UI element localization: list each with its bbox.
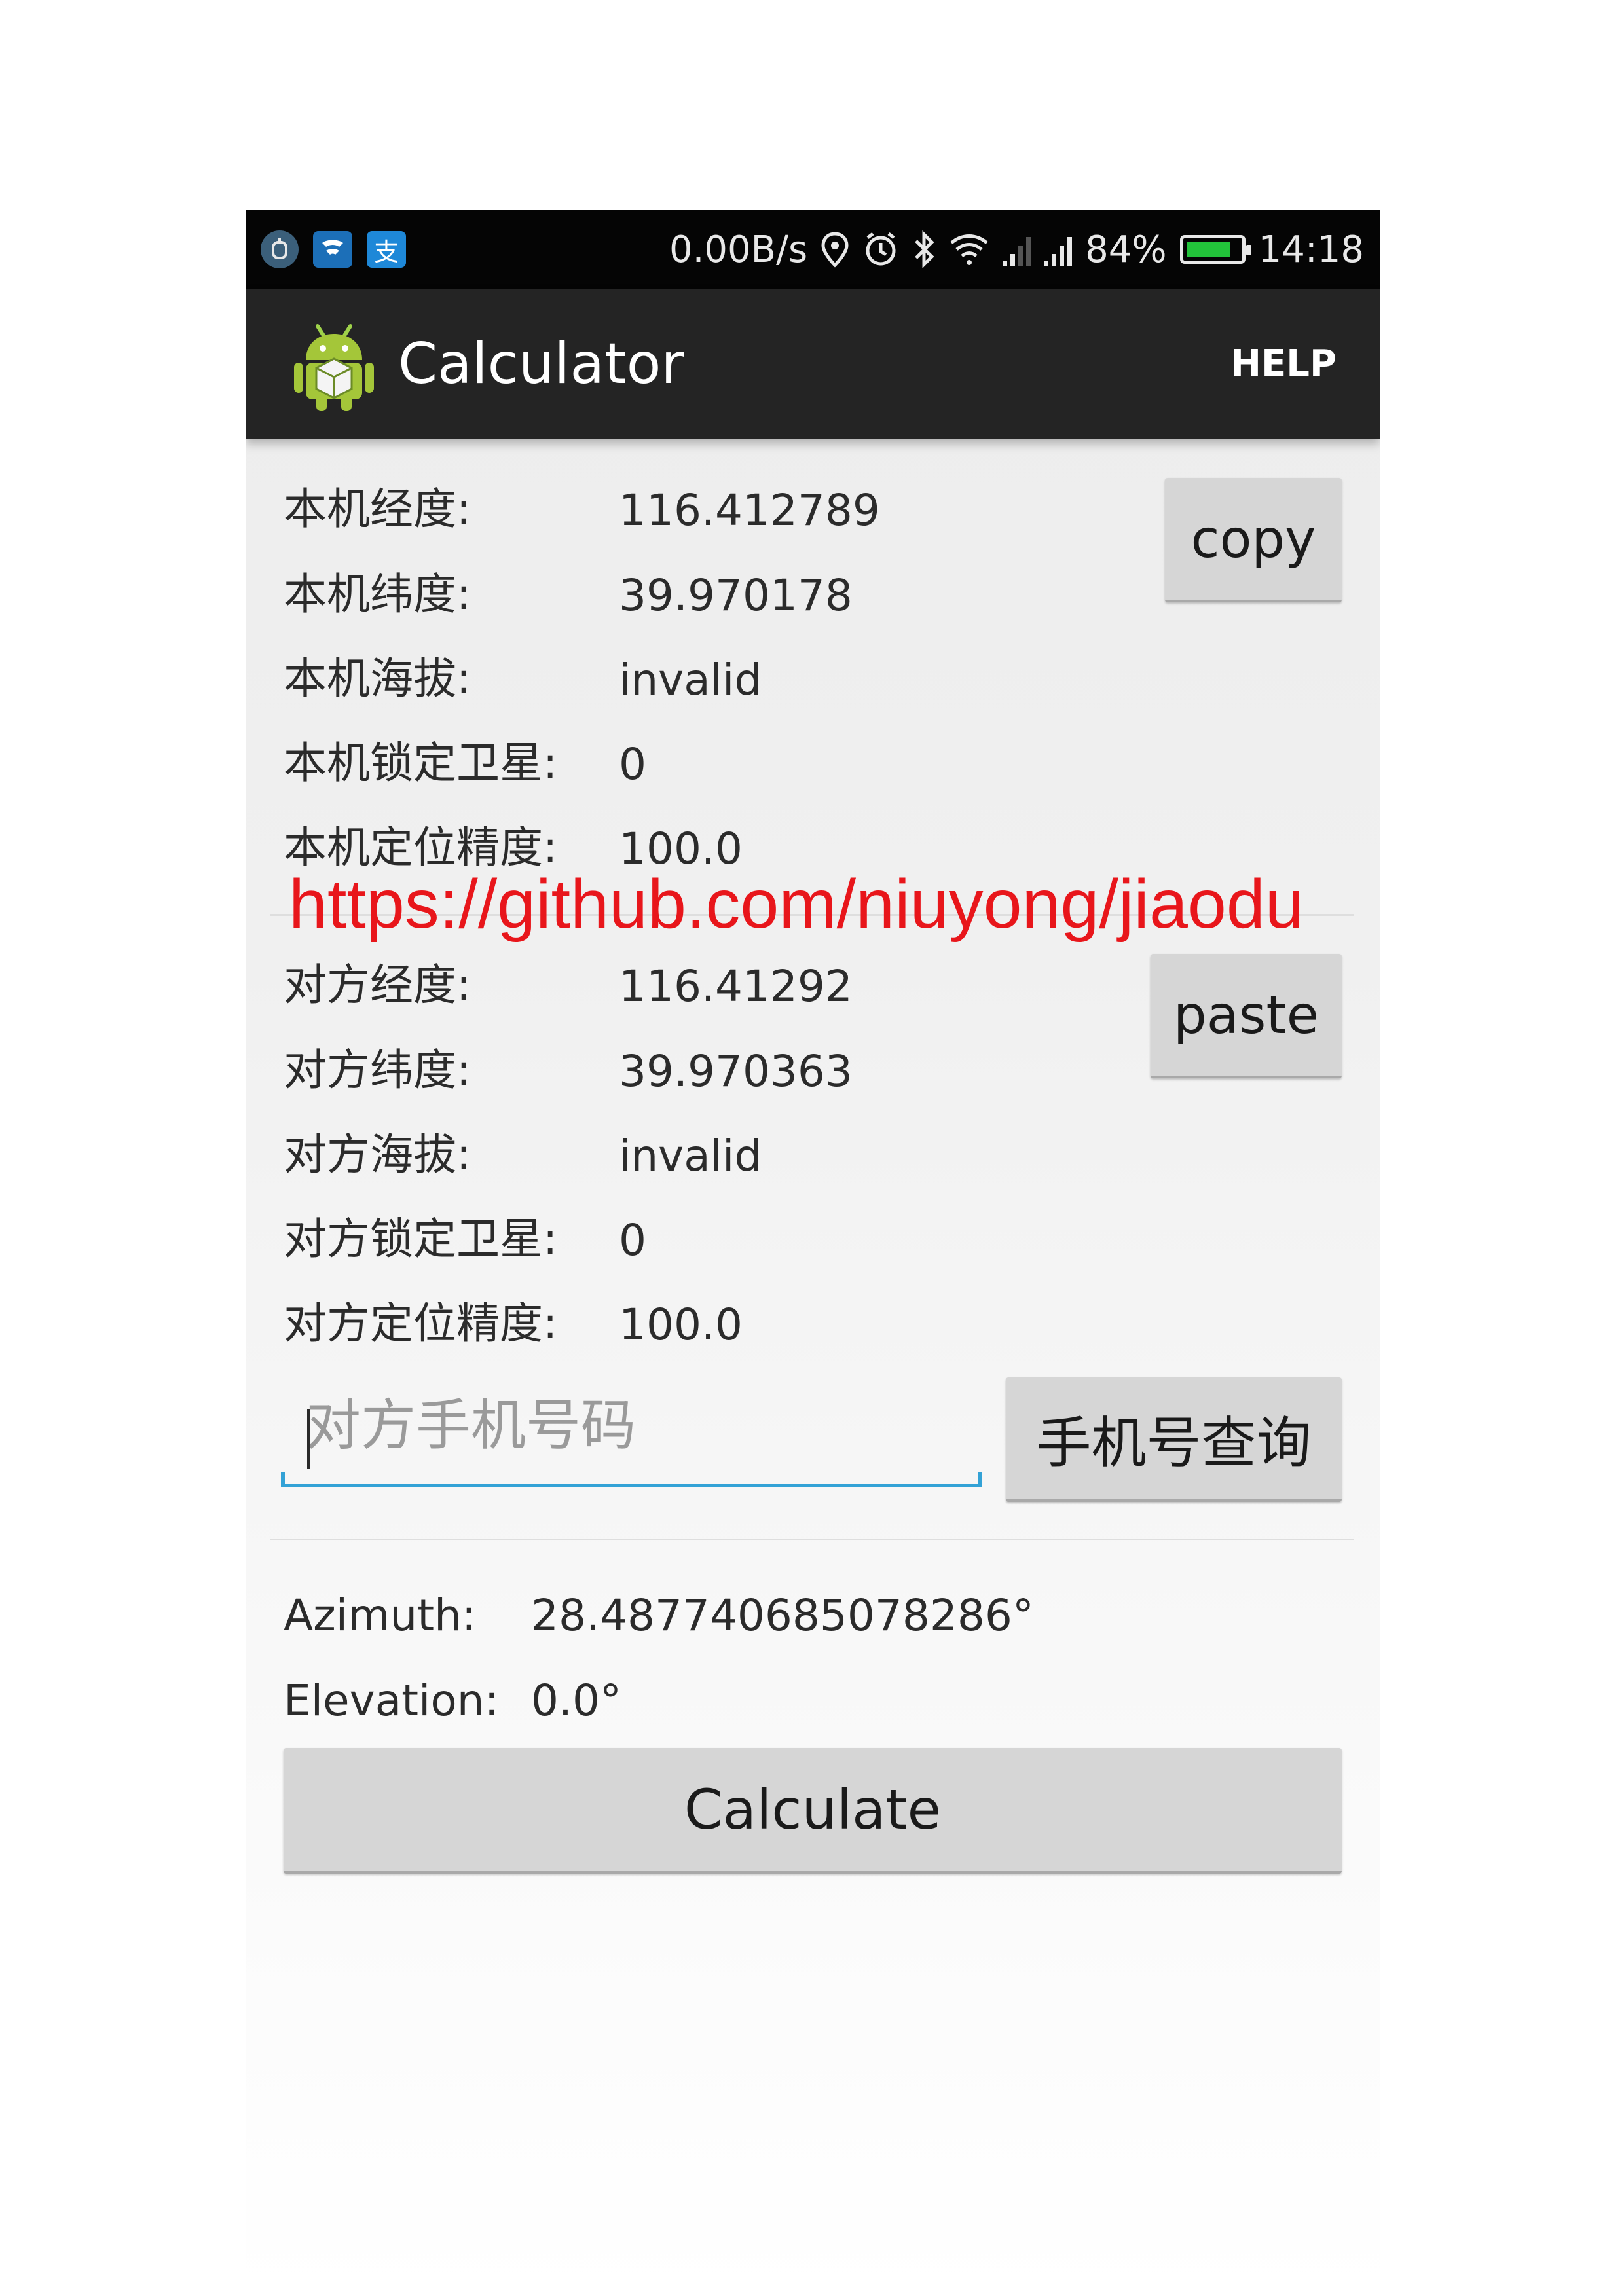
location-icon <box>821 232 849 268</box>
watermark-url: https://github.com/niuyong/jiaodu <box>289 866 1304 943</box>
battery-icon <box>1179 235 1251 264</box>
azimuth-value: 28.487740685078286° <box>531 1590 1034 1641</box>
self-satellites-label: 本机锁定卫星: <box>284 738 558 788</box>
copy-button[interactable]: copy <box>1165 478 1342 602</box>
peer-latitude-label: 对方纬度: <box>284 1045 471 1095</box>
self-altitude-value: invalid <box>619 655 762 705</box>
app-title: Calculator <box>398 331 684 397</box>
section-divider-2 <box>270 1539 1354 1540</box>
status-bar: 支 0.00B/s 84% 14:18 <box>246 210 1380 289</box>
input-underline-right-tick <box>978 1472 982 1486</box>
battery-fill <box>1186 242 1230 257</box>
phone-query-button[interactable]: 手机号查询 <box>1006 1377 1342 1502</box>
elevation-label: Elevation: <box>284 1675 499 1726</box>
self-longitude-label: 本机经度: <box>284 484 471 534</box>
action-bar: Calculator HELP <box>246 289 1380 439</box>
peer-longitude-value: 116.41292 <box>619 961 853 1011</box>
paste-button[interactable]: paste <box>1151 954 1342 1078</box>
alipay-icon: 支 <box>367 231 406 268</box>
alipay-glyph: 支 <box>373 237 399 266</box>
peer-satellites-value: 0 <box>619 1215 646 1266</box>
phone-number-input[interactable] <box>281 1386 982 1465</box>
phone-screen: 支 0.00B/s 84% 14:18 Calculator HELP 本机经度… <box>246 210 1380 2296</box>
self-satellites-value: 0 <box>619 739 646 790</box>
peer-altitude-label: 对方海拔: <box>284 1129 471 1180</box>
bluetooth-icon <box>915 230 934 268</box>
text-cursor <box>307 1409 310 1469</box>
android-app-icon <box>294 324 374 411</box>
alarm-icon <box>866 232 896 266</box>
self-latitude-label: 本机纬度: <box>284 569 471 619</box>
input-underline <box>281 1484 982 1487</box>
self-longitude-value: 116.412789 <box>619 485 880 536</box>
input-underline-left-tick <box>281 1472 285 1486</box>
peer-satellites-label: 对方锁定卫星: <box>284 1214 558 1264</box>
peer-altitude-value: invalid <box>619 1131 762 1181</box>
signal-icon-sim1 <box>1003 233 1031 266</box>
status-indicators: 0.00B/s 84% 14:18 <box>669 210 1364 289</box>
app-notification-icon <box>261 230 299 268</box>
self-latitude-value: 39.970178 <box>619 570 853 621</box>
peer-accuracy-label: 对方定位精度: <box>284 1298 558 1349</box>
peer-longitude-label: 对方经度: <box>284 960 471 1010</box>
peer-accuracy-value: 100.0 <box>619 1300 743 1350</box>
self-altitude-label: 本机海拔: <box>284 653 471 704</box>
azimuth-label: Azimuth: <box>284 1590 477 1641</box>
elevation-value: 0.0° <box>531 1675 621 1726</box>
network-speed: 0.00B/s <box>669 228 808 271</box>
signal-icon-sim2 <box>1044 233 1073 266</box>
message-notification-icon <box>313 231 352 268</box>
calculate-button[interactable]: Calculate <box>284 1748 1342 1874</box>
wifi-icon <box>950 234 988 265</box>
help-button[interactable]: HELP <box>1230 289 1337 439</box>
clock: 14:18 <box>1258 228 1364 271</box>
battery-percentage: 84% <box>1085 228 1167 271</box>
peer-latitude-value: 39.970363 <box>619 1046 853 1097</box>
